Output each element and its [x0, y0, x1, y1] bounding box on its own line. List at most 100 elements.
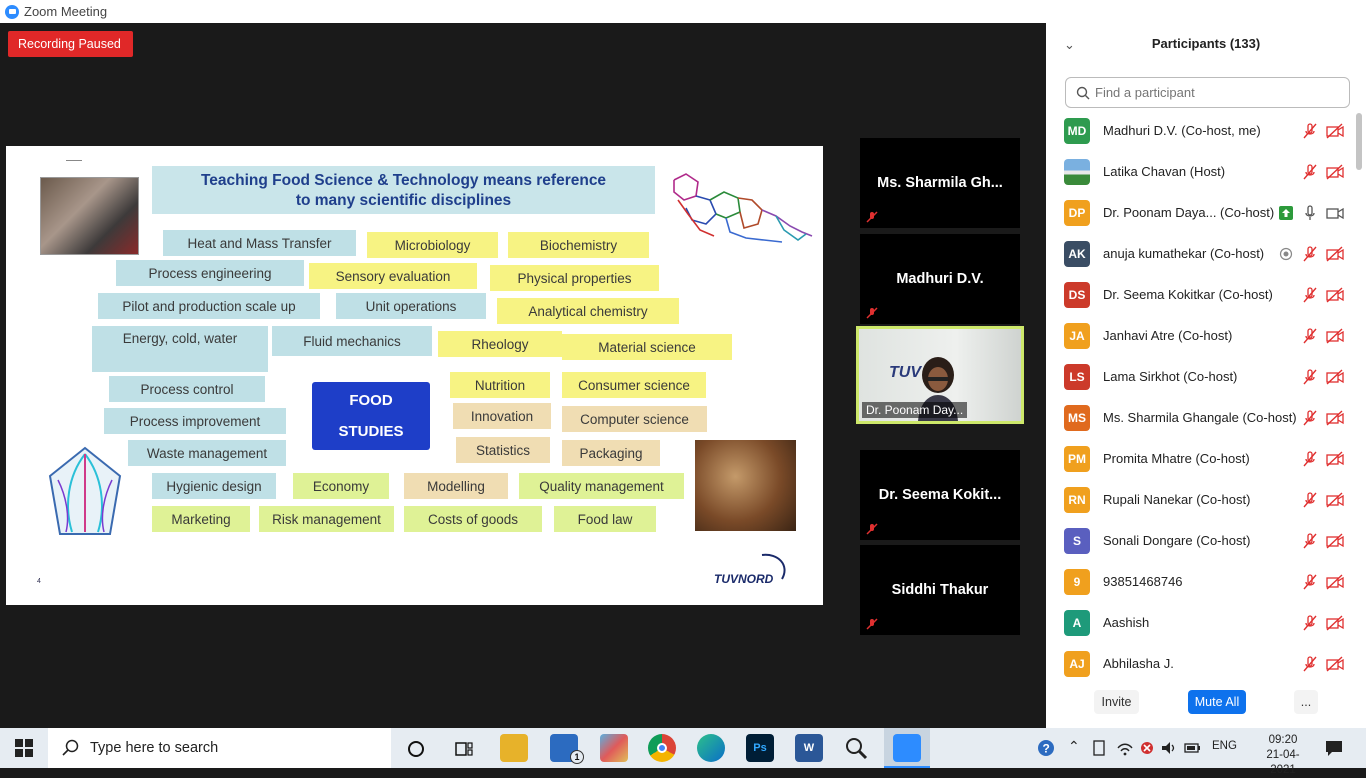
participant-row[interactable]: MD Madhuri D.V. (Co-host, me) [1046, 110, 1356, 151]
video-on-icon [1326, 207, 1344, 219]
taskbar-search-box[interactable]: Type here to search [48, 728, 391, 768]
video-tile[interactable]: Siddhi Thakur [860, 545, 1020, 635]
muted-mic-icon [1303, 491, 1317, 507]
window-title: Zoom Meeting [24, 4, 108, 19]
participant-row[interactable]: AJ Abhilasha J. [1046, 643, 1356, 684]
magnifier-icon[interactable] [844, 736, 868, 760]
edge-icon[interactable] [697, 734, 725, 762]
participant-row[interactable]: PM Promita Mhatre (Co-host) [1046, 438, 1356, 479]
participant-name: Promita Mhatre (Co-host) [1103, 451, 1250, 466]
network-error-icon[interactable] [1138, 739, 1156, 757]
task-view-icon[interactable] [454, 739, 474, 759]
participant-search[interactable] [1065, 77, 1350, 108]
participant-row[interactable]: A Aashish [1046, 602, 1356, 643]
tuv-nord-logo: TUVNORD [712, 551, 792, 587]
zoom-taskbar-button[interactable] [884, 728, 930, 768]
participant-status-icons [1300, 532, 1350, 549]
paint-icon[interactable] [600, 734, 628, 762]
muted-mic-icon [1303, 245, 1317, 261]
muted-mic-icon [1303, 573, 1317, 589]
video-off-icon [1326, 450, 1344, 467]
mail-icon[interactable]: 1 [550, 734, 584, 764]
chrome-icon[interactable] [648, 734, 676, 762]
video-off-icon [1326, 532, 1344, 549]
notifications-icon[interactable] [1324, 739, 1344, 757]
taskbar-clock[interactable]: 09:20 21-04-2021 [1258, 733, 1308, 778]
tag-microbiology: Microbiology [367, 232, 498, 258]
avatar: 9 [1064, 568, 1090, 595]
search-icon [62, 739, 79, 756]
help-icon[interactable]: ? [1036, 738, 1058, 758]
start-button[interactable] [0, 728, 48, 768]
battery-icon[interactable] [1183, 739, 1201, 757]
tag-process-control: Process control [109, 376, 265, 402]
muted-mic-icon [1303, 655, 1317, 671]
tag-quality-management: Quality management [519, 473, 684, 499]
clock-date: 21-04-2021 [1266, 749, 1300, 776]
tag-economy: Economy [293, 473, 389, 499]
word-icon[interactable]: W [795, 734, 823, 762]
mute-all-button[interactable]: Mute All [1188, 690, 1246, 714]
clock-time: 09:20 [1268, 734, 1298, 746]
cortana-icon[interactable] [406, 739, 426, 759]
more-options-button[interactable]: ... [1294, 690, 1318, 714]
tray-overflow-chevron-icon[interactable]: ⌃ [1068, 738, 1080, 755]
molecule-illustration [673, 173, 813, 243]
video-tile[interactable]: Ms. Sharmila Gh... [860, 138, 1020, 228]
search-input[interactable] [1095, 85, 1325, 100]
volume-icon[interactable] [1160, 739, 1178, 757]
tag-material-science: Material science [562, 334, 732, 360]
invite-button[interactable]: Invite [1094, 690, 1139, 714]
participant-status-icons [1300, 122, 1350, 139]
tag-energy-cold-water: Energy, cold, water [92, 326, 268, 372]
video-off-icon [1326, 573, 1344, 590]
participant-row[interactable]: RN Rupali Nanekar (Co-host) [1046, 479, 1356, 520]
flow-simulation-diagram [48, 446, 122, 535]
video-tile[interactable]: Dr. Seema Kokit... [860, 450, 1020, 540]
participant-row[interactable]: S Sonali Dongare (Co-host) [1046, 520, 1356, 561]
participant-row[interactable]: AK anuja kumathekar (Co-host) [1046, 233, 1356, 274]
participant-row[interactable]: MS Ms. Sharmila Ghangale (Co-host) [1046, 397, 1356, 438]
video-off-icon [1326, 409, 1344, 426]
food-studies-line1: FOOD [349, 392, 393, 409]
participant-row[interactable]: JA Janhavi Atre (Co-host) [1046, 315, 1356, 356]
tag-physical-properties: Physical properties [490, 265, 659, 291]
participant-name: Rupali Nanekar (Co-host) [1103, 492, 1251, 507]
participant-status-icons [1300, 368, 1350, 385]
participant-status-icons [1300, 286, 1350, 303]
participant-name: 93851468746 [1103, 574, 1183, 589]
tag-modelling: Modelling [404, 473, 508, 499]
device-icon[interactable] [1092, 740, 1106, 756]
wifi-icon[interactable] [1116, 739, 1134, 757]
tag-statistics: Statistics [456, 437, 550, 463]
participants-header: Participants (133) [1151, 36, 1261, 51]
participants-actions: Invite Mute All ... [1046, 690, 1366, 716]
participant-name: Lama Sirkhot (Co-host) [1103, 369, 1238, 384]
recording-status-badge[interactable]: Recording Paused [8, 31, 133, 57]
tag-costs-of-goods: Costs of goods [404, 506, 542, 532]
language-indicator[interactable]: ENG [1212, 740, 1237, 752]
slide-headline-line1: Teaching Food Science & Technology means… [200, 172, 607, 189]
avatar [1064, 158, 1090, 185]
participant-row[interactable]: Latika Chavan (Host) [1046, 151, 1356, 192]
tag-pilot-production: Pilot and production scale up [98, 293, 320, 319]
participant-list-scrollbar[interactable] [1356, 110, 1362, 675]
photoshop-icon[interactable]: Ps [746, 734, 774, 762]
participant-status-icons [1300, 655, 1350, 672]
tag-process-improvement: Process improvement [104, 408, 286, 434]
svg-text:TUVNORD: TUVNORD [714, 572, 774, 586]
participant-status-icons [1300, 245, 1350, 262]
video-tile-name: Ms. Sharmila Gh... [877, 175, 1003, 191]
participant-row[interactable]: DS Dr. Seema Kokitkar (Co-host) [1046, 274, 1356, 315]
participant-name: Aashish [1103, 615, 1150, 630]
tag-waste-management: Waste management [128, 440, 286, 466]
participant-name: Latika Chavan (Host) [1103, 164, 1226, 179]
participant-row[interactable]: DP Dr. Poonam Daya... (Co-host) [1046, 192, 1356, 233]
video-tile-name: Siddhi Thakur [891, 582, 989, 598]
video-tile[interactable]: Madhuri D.V. [860, 234, 1020, 324]
participant-row[interactable]: 9 93851468746 [1046, 561, 1356, 602]
active-speaker-tile[interactable]: TUV Dr. Poonam Day... [856, 326, 1024, 424]
file-explorer-icon[interactable] [500, 734, 528, 762]
scrollbar-thumb[interactable] [1356, 113, 1362, 170]
participant-row[interactable]: LS Lama Sirkhot (Co-host) [1046, 356, 1356, 397]
